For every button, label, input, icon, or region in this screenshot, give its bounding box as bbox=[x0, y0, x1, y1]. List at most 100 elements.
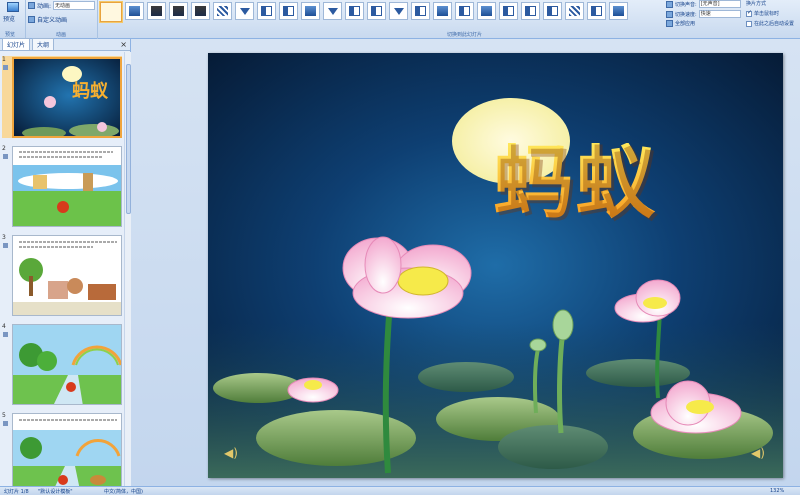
slide-thumbnail-2[interactable]: 2 bbox=[2, 145, 122, 227]
slide-number: 1 bbox=[2, 56, 6, 63]
speed-label: 切换速度: bbox=[675, 11, 697, 18]
svg-text:蚂蚁: 蚂蚁 bbox=[72, 81, 109, 102]
transition-thumb[interactable] bbox=[169, 2, 188, 20]
animation-marker-icon bbox=[3, 332, 8, 337]
slide-number: 2 bbox=[2, 145, 6, 152]
slide-thumb-image: 蚂蚁 bbox=[12, 57, 122, 138]
custom-animation-button[interactable]: 自定义动画 bbox=[37, 15, 67, 24]
speed-option-icon bbox=[666, 10, 673, 18]
slide-thumb-image bbox=[12, 413, 122, 486]
transition-black-icon bbox=[151, 6, 162, 16]
slide-thumbnail-4[interactable]: 4 bbox=[2, 323, 122, 405]
tab-outline[interactable]: 大纲 bbox=[32, 38, 55, 50]
transition-thumb[interactable] bbox=[565, 2, 584, 20]
tab-slides[interactable]: 幻灯片 bbox=[2, 38, 31, 50]
apply-all-button[interactable]: 全部应用 bbox=[675, 20, 695, 27]
speaker-icon[interactable]: ◀) bbox=[751, 446, 765, 460]
transition-wipe-down-icon bbox=[240, 8, 250, 15]
speed-dropdown[interactable]: 快速 bbox=[698, 10, 741, 18]
transition-thumb[interactable] bbox=[455, 2, 474, 20]
transition-corner3-icon bbox=[547, 6, 558, 16]
transition-checker-icon bbox=[217, 6, 228, 16]
transition-box-icon bbox=[415, 6, 426, 16]
transition-fade-icon bbox=[129, 6, 140, 16]
big-lotus bbox=[342, 236, 472, 319]
transition-thumb[interactable] bbox=[367, 2, 386, 20]
transition-thumb[interactable] bbox=[147, 2, 166, 20]
on-click-label: 单击鼠标时 bbox=[754, 11, 780, 17]
animation-marker-icon bbox=[3, 154, 8, 159]
slide-thumbnail-list: 1 蚂蚁 2 3 4 5 bbox=[0, 52, 124, 486]
transition-more-icon bbox=[613, 6, 624, 16]
animation-icon bbox=[28, 2, 35, 9]
transition-cut-icon bbox=[195, 6, 206, 16]
transition-gallery-label: 切换到此幻灯片 bbox=[447, 32, 483, 38]
sound-dropdown[interactable]: [无声音] bbox=[698, 0, 741, 8]
transition-thumb[interactable] bbox=[125, 2, 144, 20]
transition-thumb[interactable] bbox=[543, 2, 562, 20]
current-slide[interactable]: 蚂蚁 ◀) ◀) bbox=[208, 53, 783, 478]
on-click-checkbox[interactable] bbox=[746, 9, 752, 17]
slide-thumb-image bbox=[12, 235, 122, 316]
slide-number: 5 bbox=[2, 412, 6, 419]
transition-thumb[interactable] bbox=[235, 2, 254, 20]
close-pane-icon[interactable]: × bbox=[120, 40, 127, 49]
status-bar: 幻灯片 1/8 "默认设计模板" 中文(简体，中国) 132% bbox=[0, 486, 800, 495]
slides-pane: 幻灯片 大纲 × 1 蚂蚁 2 3 4 5 bbox=[0, 38, 131, 486]
slide-thumb-image bbox=[12, 324, 122, 405]
animation-group-label: 动画 bbox=[56, 32, 67, 38]
auto-after-checkbox[interactable] bbox=[746, 20, 752, 27]
pane-tabs: 幻灯片 大纲 × bbox=[0, 38, 130, 51]
slide-title[interactable]: 蚂蚁 bbox=[493, 143, 657, 223]
slide-number: 3 bbox=[2, 234, 6, 241]
transition-thumb[interactable] bbox=[411, 2, 430, 20]
preview-icon[interactable] bbox=[7, 2, 19, 12]
transition-push-icon bbox=[328, 8, 338, 15]
transition-thumb[interactable] bbox=[301, 2, 320, 20]
transition-thumb[interactable] bbox=[345, 2, 364, 20]
slides-scrollbar[interactable] bbox=[124, 52, 131, 486]
animation-marker-icon bbox=[3, 65, 8, 70]
slide-thumbnail-5[interactable]: 5 bbox=[2, 412, 122, 486]
animation-group: 动画: 无动画 自定义动画 动画 bbox=[26, 0, 98, 39]
right-lotus bbox=[614, 279, 681, 323]
transition-thumb[interactable] bbox=[389, 2, 408, 20]
sound-option-icon bbox=[666, 0, 673, 8]
theme-name: "默认设计模板" bbox=[38, 489, 73, 495]
transition-uncover-icon bbox=[371, 6, 382, 16]
speaker-icon[interactable]: ◀) bbox=[224, 446, 238, 460]
transition-thumb[interactable] bbox=[433, 2, 452, 20]
transition-thumb[interactable] bbox=[499, 2, 518, 20]
sound-label: 切换声音: bbox=[675, 1, 697, 8]
transition-thumb[interactable] bbox=[213, 2, 232, 20]
transition-thumb[interactable] bbox=[191, 2, 210, 20]
animation-dropdown[interactable]: 无动画 bbox=[53, 1, 96, 10]
transition-dissolve-icon bbox=[173, 6, 184, 16]
slide-thumbnail-1[interactable]: 1 蚂蚁 bbox=[2, 56, 122, 138]
transition-options-group: 切换声音: [无声音] 切换速度: 快速 全部应用 换片方式 单击鼠标时 在此之… bbox=[660, 0, 800, 39]
transition-thumb[interactable] bbox=[257, 2, 276, 20]
transition-shape-icon bbox=[459, 6, 470, 16]
transition-corner-icon bbox=[503, 6, 514, 16]
transition-thumb[interactable] bbox=[323, 2, 342, 20]
slide-number: 4 bbox=[2, 323, 6, 330]
transition-none-thumb[interactable] bbox=[100, 2, 122, 22]
transition-thumb[interactable] bbox=[609, 2, 628, 20]
slide-position: 幻灯片 1/8 bbox=[4, 489, 29, 495]
animation-marker-icon bbox=[3, 421, 8, 426]
transition-thumb[interactable] bbox=[521, 2, 540, 20]
slide-thumb-image bbox=[12, 146, 122, 227]
transition-cover-icon bbox=[349, 6, 360, 16]
transition-thumb[interactable] bbox=[279, 2, 298, 20]
preview-button[interactable]: 预览 bbox=[3, 14, 15, 23]
zoom-level[interactable]: 132% bbox=[770, 488, 784, 494]
transition-thumb[interactable] bbox=[587, 2, 606, 20]
slide-thumbnail-3[interactable]: 3 bbox=[2, 234, 122, 316]
auto-after-label: 在此之后自动设置 bbox=[754, 21, 795, 27]
transition-strips-icon bbox=[394, 8, 404, 15]
small-lotus bbox=[287, 377, 339, 403]
language[interactable]: 中文(简体，中国) bbox=[104, 488, 143, 495]
transition-thumb[interactable] bbox=[477, 2, 496, 20]
ribbon: 预览 预览 动画: 无动画 自定义动画 动画 切换到此幻灯片 切换声音: [无声… bbox=[0, 0, 800, 39]
transition-wipe-left-icon bbox=[261, 6, 272, 16]
